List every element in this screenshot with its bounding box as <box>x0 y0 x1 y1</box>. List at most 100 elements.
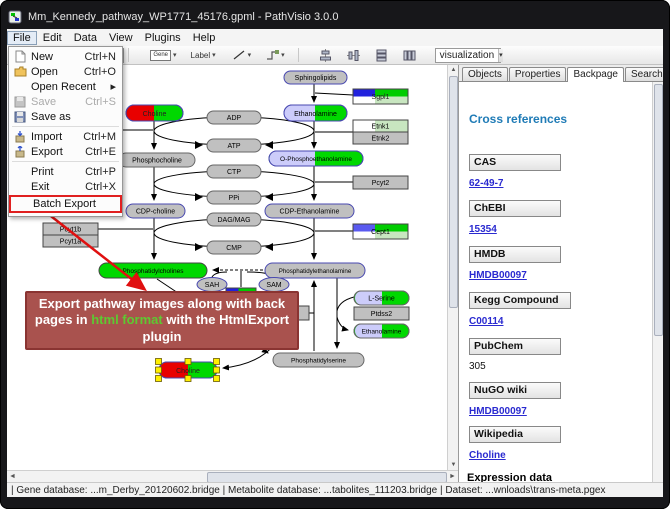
node-ppi[interactable]: PPi <box>207 191 261 204</box>
annotation-text-after: with the HtmlExport plugin <box>143 312 290 343</box>
node-l-serine[interactable]: L-Serine <box>354 291 409 305</box>
link-nugo[interactable]: HMDB00097 <box>469 406 527 417</box>
gene-box-ptdss2[interactable]: Ptdss2 <box>354 307 409 320</box>
visualization-value: visualization <box>436 50 498 61</box>
node-phosphatidylserine[interactable]: Phosphatidylserine <box>273 353 364 367</box>
svg-text:CDP-choline: CDP-choline <box>136 209 175 216</box>
line-tool[interactable]: ▾ <box>229 47 255 63</box>
visualization-dropdown-icon[interactable]: ▾ <box>498 49 503 62</box>
node-choline-selected[interactable]: Choline <box>156 359 220 382</box>
node-dag-mag[interactable]: DAG/MAG <box>207 213 261 226</box>
align-center-y-button[interactable] <box>347 49 360 62</box>
node-atp[interactable]: ATP <box>207 139 261 152</box>
menu-edit[interactable]: Edit <box>37 31 68 45</box>
gene-box-etnk1[interactable]: Etnk1 <box>353 120 408 132</box>
section-header-chebi: ChEBI <box>469 200 561 217</box>
node-sphingolipids[interactable]: Sphingolipids <box>284 71 347 84</box>
menu-separator <box>12 161 119 162</box>
menu-separator <box>12 126 119 127</box>
menu-item-open-recent[interactable]: Open Recent ▸ <box>9 79 122 94</box>
menu-view[interactable]: View <box>103 31 139 45</box>
file-menu-popup: New Ctrl+N Open Ctrl+O Open Recent ▸ Sav… <box>8 46 123 217</box>
tab-search[interactable]: Search <box>625 67 663 81</box>
menu-item-import[interactable]: Import Ctrl+M <box>9 129 122 144</box>
gene-box-sgpl1[interactable]: Sgpl1 <box>353 89 408 104</box>
svg-text:Ethanolamine: Ethanolamine <box>362 329 402 336</box>
node-ctp[interactable]: CTP <box>207 165 261 178</box>
tab-backpage[interactable]: Backpage <box>567 67 623 82</box>
svg-text:Etnk1: Etnk1 <box>372 124 390 131</box>
tab-properties[interactable]: Properties <box>509 67 567 81</box>
node-adp[interactable]: ADP <box>207 111 261 124</box>
menu-file[interactable]: File <box>7 31 37 45</box>
link-hmdb[interactable]: HMDB00097 <box>469 270 527 281</box>
tab-objects[interactable]: Objects <box>462 67 508 81</box>
section-header-kegg: Kegg Compound <box>469 292 571 309</box>
menu-help[interactable]: Help <box>187 31 222 45</box>
svg-text:SAM: SAM <box>266 282 281 289</box>
node-o-phosphoethanolamine[interactable]: O-Phosphoethanolamine <box>269 151 363 166</box>
menu-item-batch-export[interactable]: Batch Export <box>9 195 122 213</box>
link-chebi[interactable]: 15354 <box>469 224 497 235</box>
chevron-down-icon[interactable]: ▾ <box>281 51 285 59</box>
node-sam[interactable]: SAM <box>259 278 289 292</box>
gene-box-cept1[interactable]: Cept1 <box>353 224 408 239</box>
align-center-y-icon <box>347 49 360 62</box>
node-cdp-choline[interactable]: CDP-choline <box>126 204 185 218</box>
menu-item-save-as[interactable]: Save as <box>9 109 122 124</box>
visualization-combobox[interactable]: visualization ▾ <box>435 48 501 63</box>
connector-icon <box>265 49 279 61</box>
panel-scrollbar[interactable] <box>652 82 663 482</box>
node-sah[interactable]: SAH <box>197 278 227 292</box>
menu-data[interactable]: Data <box>68 31 103 45</box>
application-area: File Edit Data View Plugins Help Zoom: 1… <box>7 29 663 497</box>
svg-text:Phosphatidylcholines: Phosphatidylcholines <box>122 268 184 275</box>
cross-references-heading: Cross references <box>469 112 567 126</box>
section-header-nugo: NuGO wiki <box>469 382 561 399</box>
menu-item-exit[interactable]: Exit Ctrl+X <box>9 179 122 194</box>
gene-node-icon: Gene <box>150 50 171 61</box>
menu-item-save[interactable]: Save Ctrl+S <box>9 94 122 109</box>
node-cmp[interactable]: CMP <box>207 241 261 254</box>
title-bar[interactable]: Mm_Kennedy_pathway_WP1771_45176.gpml - P… <box>8 5 662 29</box>
link-cas[interactable]: 62-49-7 <box>469 178 503 189</box>
svg-text:CDP-Ethanolamine: CDP-Ethanolamine <box>280 209 340 216</box>
svg-text:Ptdss2: Ptdss2 <box>371 311 393 318</box>
menu-item-new[interactable]: New Ctrl+N <box>9 49 122 64</box>
chevron-down-icon[interactable]: ▾ <box>173 51 177 59</box>
stack-vertical-icon <box>375 49 388 62</box>
node-ethanolamine-top[interactable]: Ethanolamine <box>284 105 347 121</box>
node-choline-top[interactable]: Choline <box>126 105 183 121</box>
value-pubchem: 305 <box>469 361 486 372</box>
align-center-x-button[interactable] <box>319 49 332 62</box>
gene-box-etnk2[interactable]: Etnk2 <box>353 132 408 144</box>
side-panel: Objects Properties Backpage Search Legen… <box>458 65 663 482</box>
gene-box-pcyt1b[interactable]: Pcyt1b <box>43 223 98 235</box>
connector-tool[interactable]: ▾ <box>262 47 288 63</box>
node-phosphatidylethanolamine[interactable]: Phosphatidylethanolamine <box>265 263 365 278</box>
stack-vertical-button[interactable] <box>375 49 388 62</box>
vertical-scroll-thumb[interactable] <box>449 76 458 308</box>
menu-item-export[interactable]: Export Ctrl+E <box>9 144 122 159</box>
panel-scroll-thumb[interactable] <box>654 84 663 336</box>
node-ethanolamine-bottom[interactable]: Ethanolamine <box>354 324 409 338</box>
menu-item-print[interactable]: Print Ctrl+P <box>9 164 122 179</box>
annotation-highlight: html format <box>91 312 163 327</box>
section-header-cas: CAS <box>469 154 561 171</box>
svg-text:Etnk2: Etnk2 <box>372 136 390 143</box>
chevron-down-icon[interactable]: ▾ <box>248 51 252 59</box>
menu-plugins[interactable]: Plugins <box>139 31 187 45</box>
gene-box-pcyt2[interactable]: Pcyt2 <box>353 176 408 189</box>
side-panel-tabs: Objects Properties Backpage Search Legen… <box>459 65 663 82</box>
gene-datanode-tool[interactable]: Gene ▾ <box>147 47 179 63</box>
label-tool[interactable]: Label ▾ <box>188 47 219 63</box>
stack-horizontal-button[interactable] <box>403 49 416 62</box>
node-cdp-ethanolamine[interactable]: CDP-Ethanolamine <box>265 204 354 218</box>
link-kegg[interactable]: C00114 <box>469 316 503 327</box>
link-wikipedia[interactable]: Choline <box>469 450 506 461</box>
menu-item-open[interactable]: Open Ctrl+O <box>9 64 122 79</box>
window-title: Mm_Kennedy_pathway_WP1771_45176.gpml - P… <box>28 11 338 23</box>
save-as-icon <box>9 111 31 123</box>
node-phosphocholine[interactable]: Phosphocholine <box>119 153 195 167</box>
chevron-down-icon[interactable]: ▾ <box>212 51 216 59</box>
